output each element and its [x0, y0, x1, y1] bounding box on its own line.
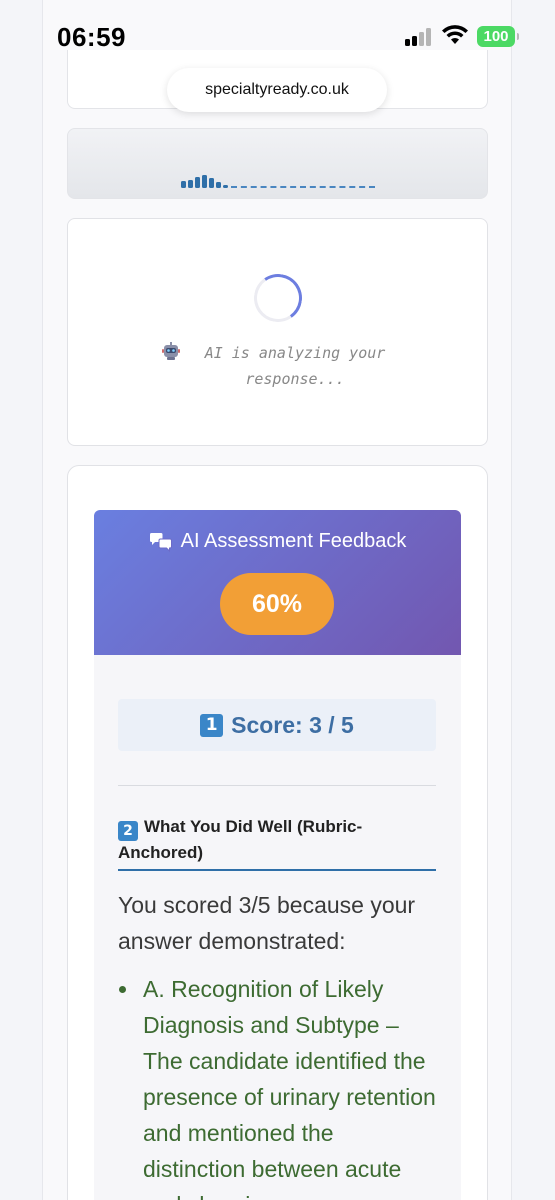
- clock: 06:59: [57, 22, 126, 52]
- feedback-intro: You scored 3/5 because your answer demon…: [118, 892, 416, 954]
- wifi-icon: [442, 25, 468, 44]
- divider: [118, 785, 436, 786]
- list-item: A. Recognition of Likely Diagnosis and S…: [118, 971, 436, 1200]
- audio-waveform: [181, 174, 381, 188]
- number-two-icon: 2: [118, 821, 138, 841]
- section-underline: [118, 869, 436, 871]
- loading-card: [67, 218, 488, 446]
- section-heading: 2 What You Did Well (Rubric-Anchored): [118, 815, 436, 865]
- strengths-list: A. Recognition of Likely Diagnosis and S…: [118, 971, 436, 1200]
- url-bar[interactable]: specialtyready.co.uk: [167, 68, 387, 112]
- feedback-header: AI Assessment Feedback 60%: [94, 510, 461, 655]
- battery-icon: 100: [477, 26, 519, 47]
- score-box: 1 Score: 3 / 5: [118, 699, 436, 751]
- signal-icon: [405, 28, 435, 46]
- speech-bubbles-icon: [149, 532, 172, 552]
- robot-icon: [162, 342, 180, 360]
- analyzing-message: AI is analyzing your response...: [204, 344, 386, 388]
- audio-recording-card: [67, 128, 488, 199]
- number-one-icon: 1: [200, 713, 224, 737]
- score-text: Score: 3 / 5: [231, 711, 354, 738]
- feedback-title-row: AI Assessment Feedback: [94, 530, 461, 553]
- feedback-title: AI Assessment Feedback: [180, 530, 407, 552]
- percent-score-badge: 60%: [220, 573, 334, 635]
- section-heading-text: What You Did Well (Rubric-Anchored): [118, 817, 363, 862]
